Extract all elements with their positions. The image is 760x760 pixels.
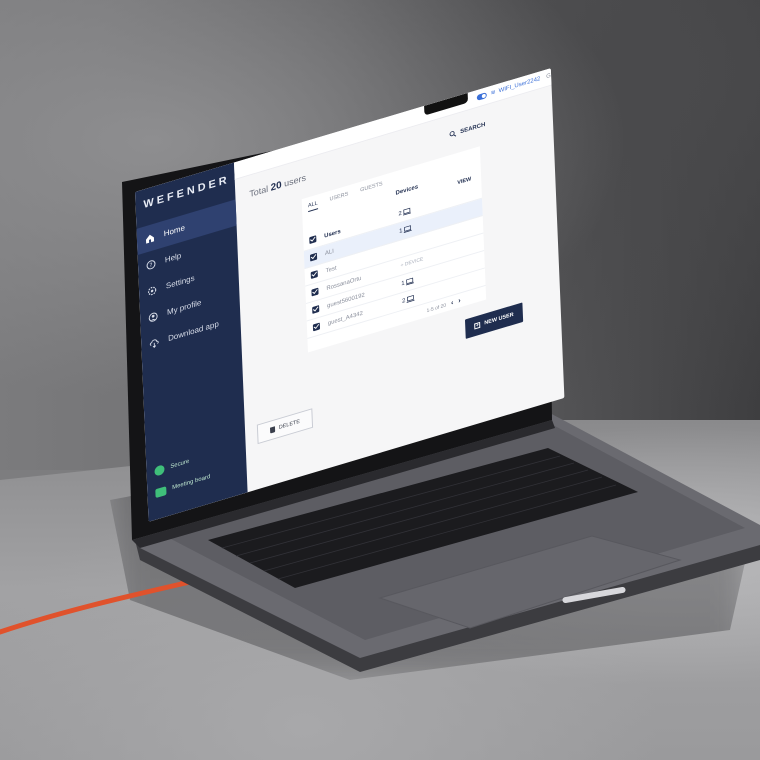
device-count: 2 [402,294,415,305]
laptop-icon [403,207,412,216]
column-devices: Devices [395,184,419,197]
sidebar-status: Secure Meeting board [154,445,211,504]
laptop-icon [407,294,415,303]
device-count-value: 2 [398,210,402,218]
download-icon [149,337,159,350]
row-checkbox[interactable] [312,305,320,314]
chevron-left-icon[interactable]: ‹ [451,299,454,306]
new-user-label: NEW USER [484,311,514,327]
add-device-button[interactable]: + DEVICE [401,256,424,269]
sidebar-item-label: Settings [165,273,195,291]
row-checkbox[interactable] [310,270,318,279]
sidebar-item-label: Download app [167,319,219,344]
sidebar-item-label: My profile [166,297,202,317]
secure-label: Secure [170,458,190,471]
search-icon [449,131,457,137]
device-count-value: 2 [401,297,406,305]
tab-users[interactable]: USERS [329,191,348,205]
total-prefix: Total [249,183,269,200]
wifi-toggle[interactable] [476,91,487,101]
meeting-board-label: Meeting board [172,474,211,492]
help-icon: ? [146,258,156,271]
sidebar-nav: Home ? Help Settings My profile Download… [136,199,241,359]
device-count-value: 1 [399,227,403,235]
user-icon [148,310,158,323]
trash-icon [269,426,275,434]
pagination-range: 1-5 of 20 [426,302,447,314]
board-icon [155,485,167,498]
device-count: 2 [398,207,412,218]
laptop-icon [406,277,415,286]
row-checkbox[interactable] [309,235,317,245]
total-users-heading: Total 20 users [249,173,306,201]
chevron-right-icon[interactable]: › [458,297,461,304]
device-count: 1 [399,224,412,235]
tab-guests[interactable]: GUESTS [360,181,383,196]
device-count-value: 1 [401,280,405,287]
sidebar: WEFENDER Home ? Help Settings My profile… [135,162,248,522]
search-label: SEARCH [460,121,486,135]
home-icon [145,232,155,245]
sidebar-item-label: Home [163,223,186,239]
gear-icon [147,284,157,297]
tab-all[interactable]: ALL [307,200,318,213]
device-count: 1 [401,277,415,288]
row-checkbox[interactable] [309,252,318,262]
svg-text:?: ? [149,261,152,269]
laptop-icon [404,225,412,233]
total-suffix: users [283,172,307,189]
new-user-button[interactable]: + NEW USER [464,302,524,339]
wifi-icon: ≋ [490,89,496,97]
delete-button[interactable]: DELETE [256,408,314,445]
delete-label: DELETE [278,418,301,431]
row-checkbox[interactable] [312,322,321,332]
sidebar-item-label: Help [164,250,182,265]
total-count: 20 [270,179,282,194]
search-button[interactable]: SEARCH [449,121,485,139]
users-table-card: ALL USERS GUESTS Devices VIEW Users 2 AL… [301,146,487,353]
row-checkbox[interactable] [311,287,319,297]
shield-icon [154,464,165,477]
photo-scene: WEFENDER Home ? Help Settings My profile… [0,0,760,760]
plus-icon: + [474,321,481,330]
